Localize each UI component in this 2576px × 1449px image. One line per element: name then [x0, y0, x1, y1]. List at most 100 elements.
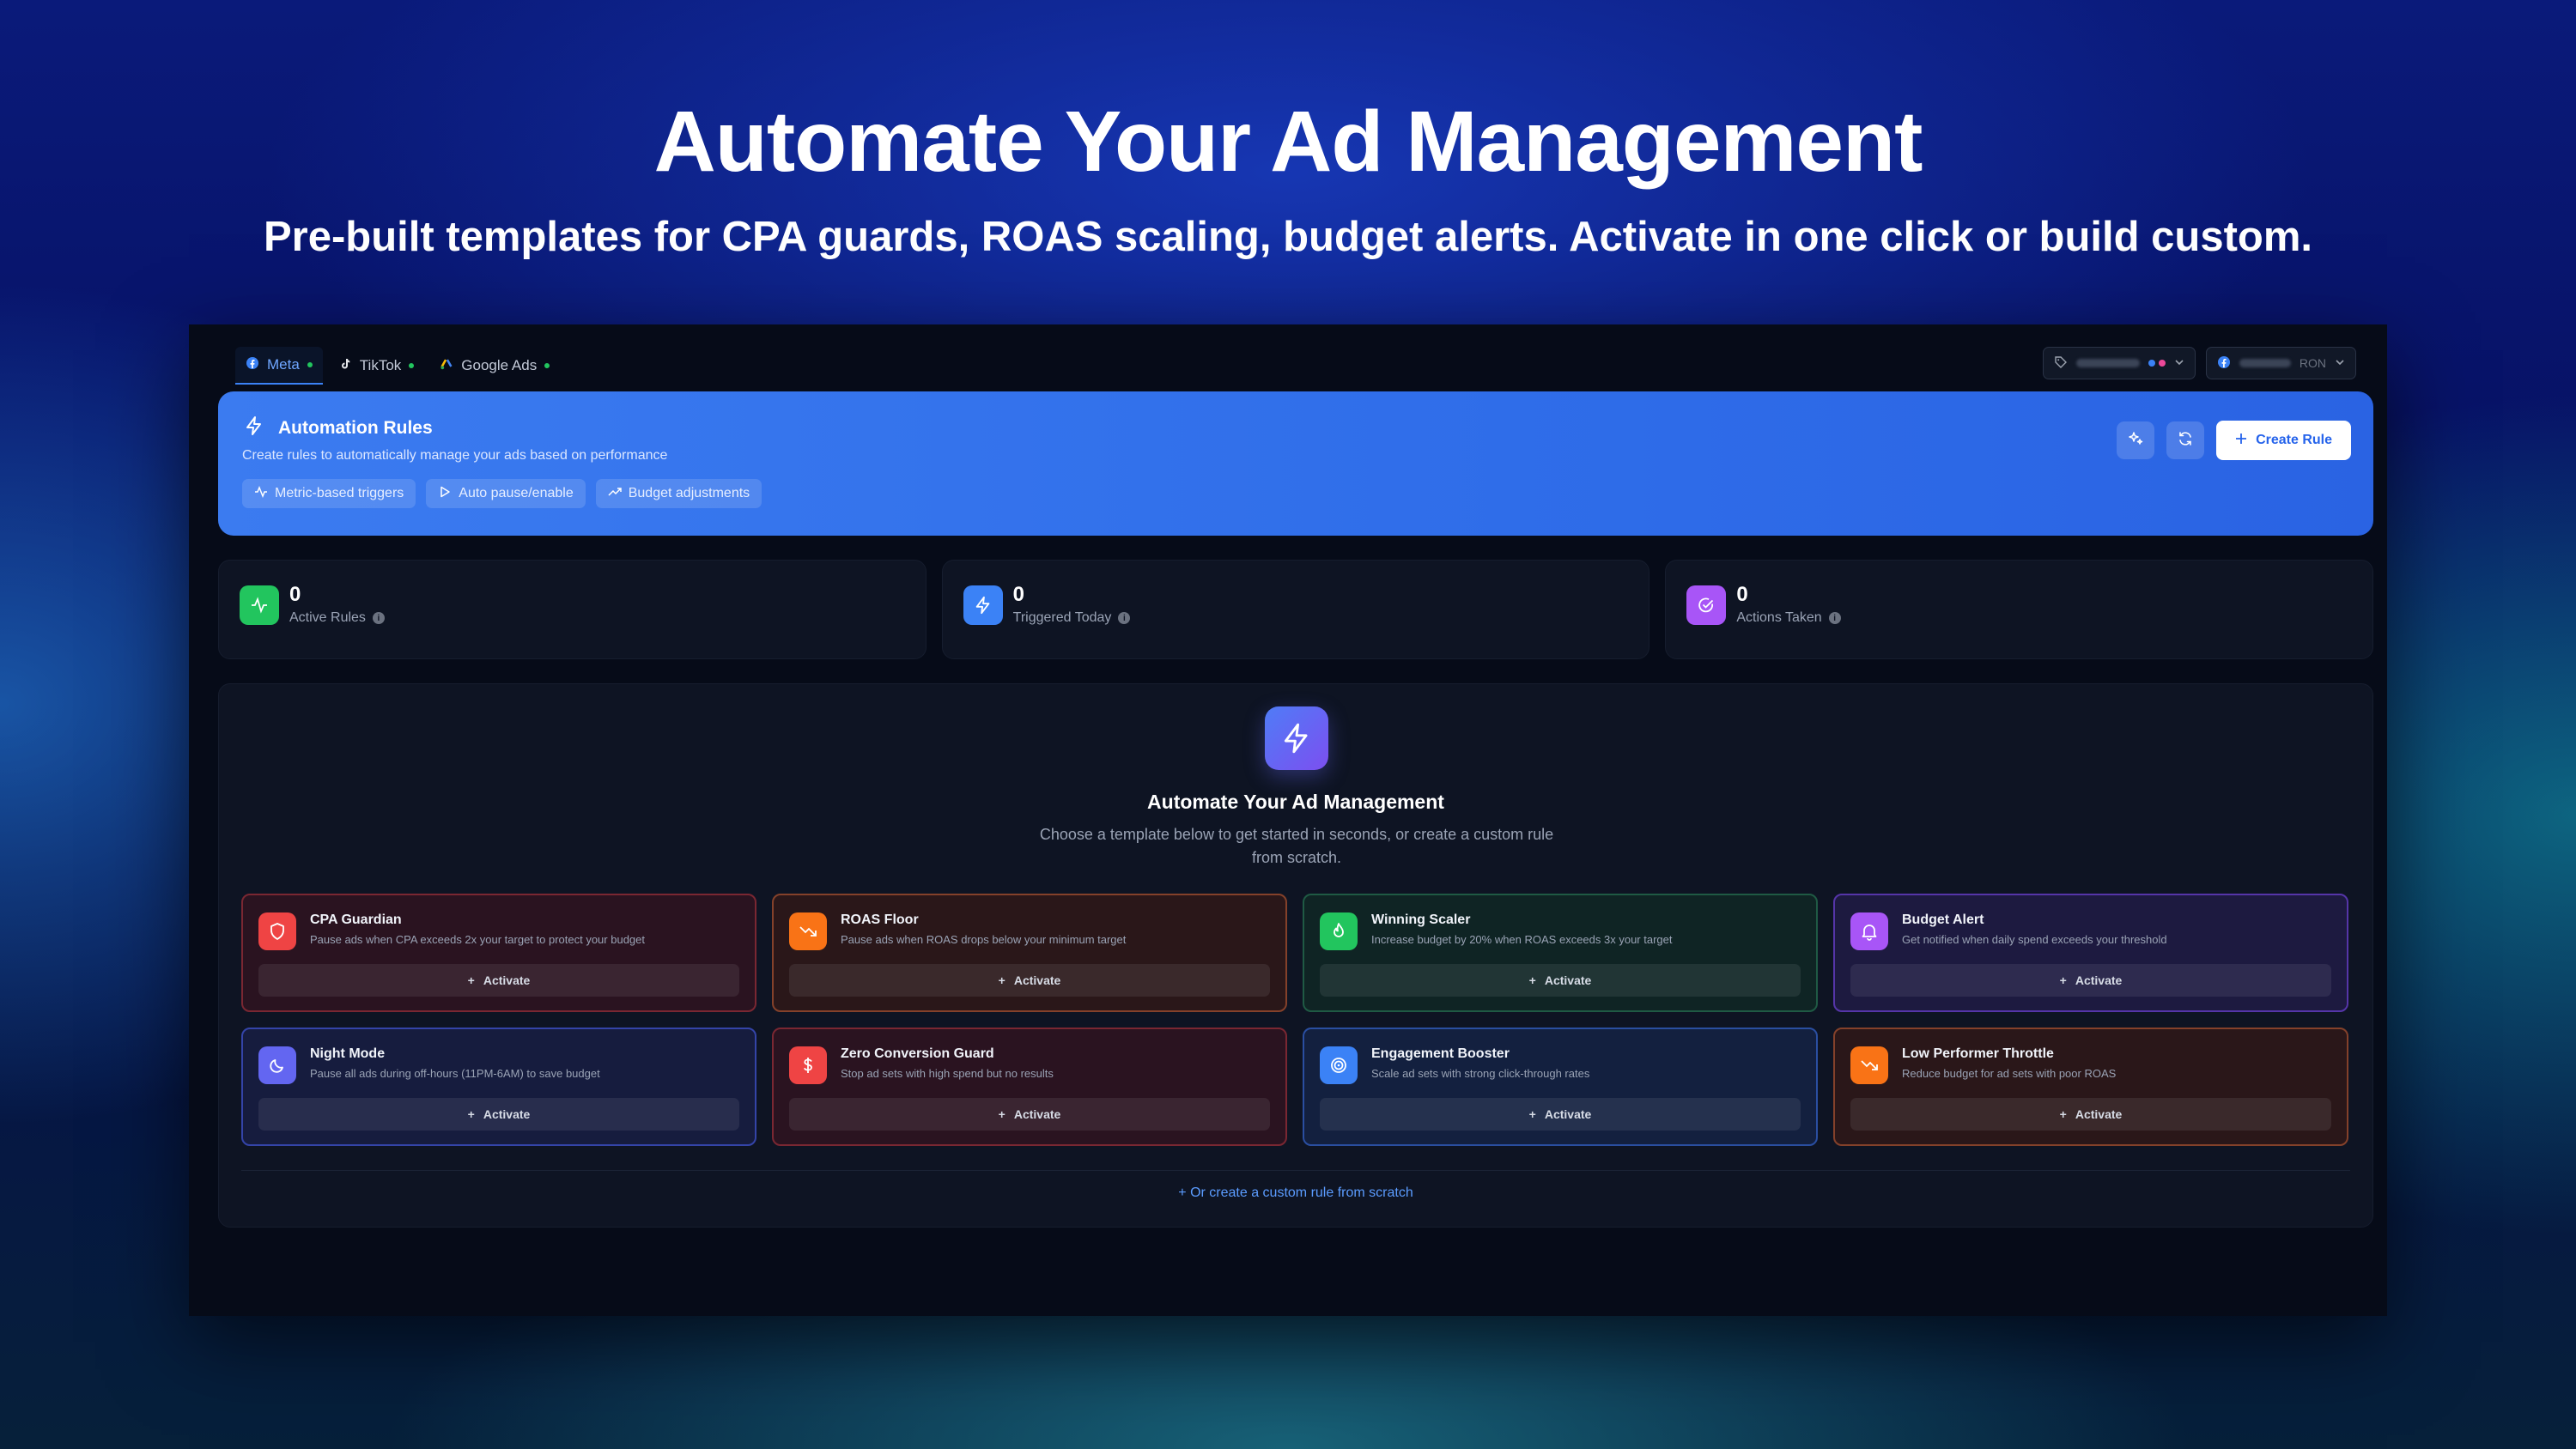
stat-label: Active Rules [289, 610, 366, 625]
create-rule-button[interactable]: Create Rule [2216, 421, 2351, 460]
plus-icon: + [1528, 1107, 1536, 1121]
template-card-low-performer-throttle: Low Performer Throttle Reduce budget for… [1833, 1028, 2348, 1146]
template-grid: CPA Guardian Pause ads when CPA exceeds … [241, 894, 2350, 1146]
template-title: Winning Scaler [1371, 912, 1471, 927]
stat-card-triggered-today: 0 Triggered Today i [941, 560, 1650, 659]
template-card-cpa-guardian: CPA Guardian Pause ads when CPA exceeds … [241, 894, 756, 1012]
custom-link-label: Or create a custom rule from scratch [1190, 1185, 1413, 1200]
chip-label: Metric-based triggers [275, 486, 404, 500]
trending-down-icon [789, 912, 827, 950]
plus-icon: + [1178, 1185, 1191, 1200]
stat-value: 0 [1012, 583, 1025, 606]
activate-label: Activate [1013, 973, 1061, 987]
template-description: Pause all ads during off-hours (11PM-6AM… [310, 1067, 600, 1080]
trending-down-icon [1850, 1046, 1888, 1084]
templates-panel: Automate Your Ad Management Choose a tem… [218, 683, 2373, 1228]
google-ads-icon [440, 357, 453, 375]
hero-actions: Create Rule [2117, 421, 2351, 460]
plus-icon: + [998, 973, 1005, 987]
template-description: Pause ads when CPA exceeds 2x your targe… [310, 933, 645, 946]
marketing-subline: Pre-built templates for CPA guards, ROAS… [263, 214, 2313, 260]
template-description: Stop ad sets with high spend but no resu… [841, 1067, 1054, 1080]
meta-icon [246, 356, 259, 374]
tab-tiktok[interactable]: TikTok [328, 347, 425, 385]
flame-icon [1320, 912, 1358, 950]
tag-filter-select[interactable] [2042, 347, 2196, 379]
activate-button[interactable]: + Activate [1850, 964, 2331, 997]
stat-label-row: Active Rules i [289, 610, 385, 626]
activity-icon [240, 585, 279, 625]
templates-description: Choose a template below to get started i… [1039, 826, 1554, 866]
marketing-headline: Automate Your Ad Management [653, 94, 1923, 190]
stat-label: Actions Taken [1736, 610, 1822, 625]
plus-icon: + [998, 1107, 1005, 1121]
ad-account-select[interactable]: RON [2205, 347, 2356, 379]
info-icon[interactable]: i [1828, 612, 1841, 624]
template-card-winning-scaler: Winning Scaler Increase budget by 20% wh… [1303, 894, 1818, 1012]
status-dot [544, 363, 550, 368]
status-dot [307, 362, 313, 367]
shield-icon [258, 912, 296, 950]
automation-rules-header: Automation Rules Create rules to automat… [218, 391, 2373, 536]
activate-button[interactable]: + Activate [258, 1098, 739, 1131]
feature-chip: Budget adjustments [595, 479, 762, 508]
template-description: Scale ad sets with strong click-through … [1371, 1067, 1590, 1080]
info-icon[interactable]: i [372, 612, 385, 624]
template-title: Zero Conversion Guard [841, 1046, 994, 1061]
create-custom-rule-link[interactable]: + Or create a custom rule from scratch [219, 1185, 2372, 1201]
page-description: Create rules to automatically manage you… [242, 448, 668, 463]
template-description: Get notified when daily spend exceeds yo… [1902, 933, 2167, 946]
tab-label: TikTok [359, 357, 402, 373]
activate-button[interactable]: + Activate [789, 964, 1270, 997]
color-dot [2148, 360, 2155, 367]
tab-label: Google Ads [461, 357, 538, 373]
stat-value: 0 [289, 583, 301, 606]
template-title: Night Mode [310, 1046, 386, 1061]
template-title: ROAS Floor [841, 912, 919, 927]
bolt-icon [1265, 706, 1328, 770]
stat-value: 0 [1736, 583, 1748, 606]
template-title: CPA Guardian [310, 912, 402, 927]
activate-label: Activate [1544, 1107, 1592, 1121]
color-dot [2158, 360, 2166, 367]
chevron-down-icon [2174, 356, 2184, 370]
ai-suggest-button[interactable] [2117, 421, 2155, 459]
template-title: Low Performer Throttle [1902, 1046, 2054, 1061]
refresh-icon [2177, 430, 2194, 452]
template-card-night-mode: Night Mode Pause all ads during off-hour… [241, 1028, 756, 1146]
activate-button[interactable]: + Activate [1850, 1098, 2331, 1131]
template-description: Pause ads when ROAS drops below your min… [841, 933, 1127, 946]
moon-icon [258, 1046, 296, 1084]
activate-label: Activate [2075, 973, 2123, 987]
redacted-text [2239, 359, 2291, 367]
status-dot [409, 363, 415, 368]
activate-label: Activate [2075, 1107, 2123, 1121]
activate-label: Activate [483, 1107, 531, 1121]
tab-meta[interactable]: Meta [235, 347, 323, 385]
stat-label-row: Triggered Today i [1013, 610, 1131, 626]
currency-label: RON [2299, 356, 2326, 370]
app-window: Meta TikTok Google Ads RON Automation Ru… [189, 324, 2387, 1316]
page-title: Automation Rules [278, 418, 433, 438]
activity-icon [254, 485, 268, 503]
activate-button[interactable]: + Activate [1320, 964, 1801, 997]
divider [241, 1170, 2350, 1171]
redacted-text [2075, 359, 2140, 367]
tag-icon [2054, 355, 2068, 372]
template-description: Increase budget by 20% when ROAS exceeds… [1371, 933, 1673, 946]
activate-button[interactable]: + Activate [789, 1098, 1270, 1131]
stat-card-active-rules: 0 Active Rules i [218, 560, 927, 659]
plus-icon: + [467, 973, 475, 987]
activate-button[interactable]: + Activate [258, 964, 739, 997]
target-icon [1320, 1046, 1358, 1084]
stat-card-actions-taken: 0 Actions Taken i [1665, 560, 2374, 659]
info-icon[interactable]: i [1118, 612, 1131, 624]
refresh-button[interactable] [2166, 421, 2205, 459]
tab-google-ads[interactable]: Google Ads [429, 347, 560, 385]
bell-icon [1850, 912, 1888, 950]
plus-icon [2235, 433, 2247, 449]
dollar-icon [789, 1046, 827, 1084]
activate-label: Activate [1013, 1107, 1061, 1121]
activate-button[interactable]: + Activate [1320, 1098, 1801, 1131]
sparkles-icon [2127, 430, 2144, 452]
